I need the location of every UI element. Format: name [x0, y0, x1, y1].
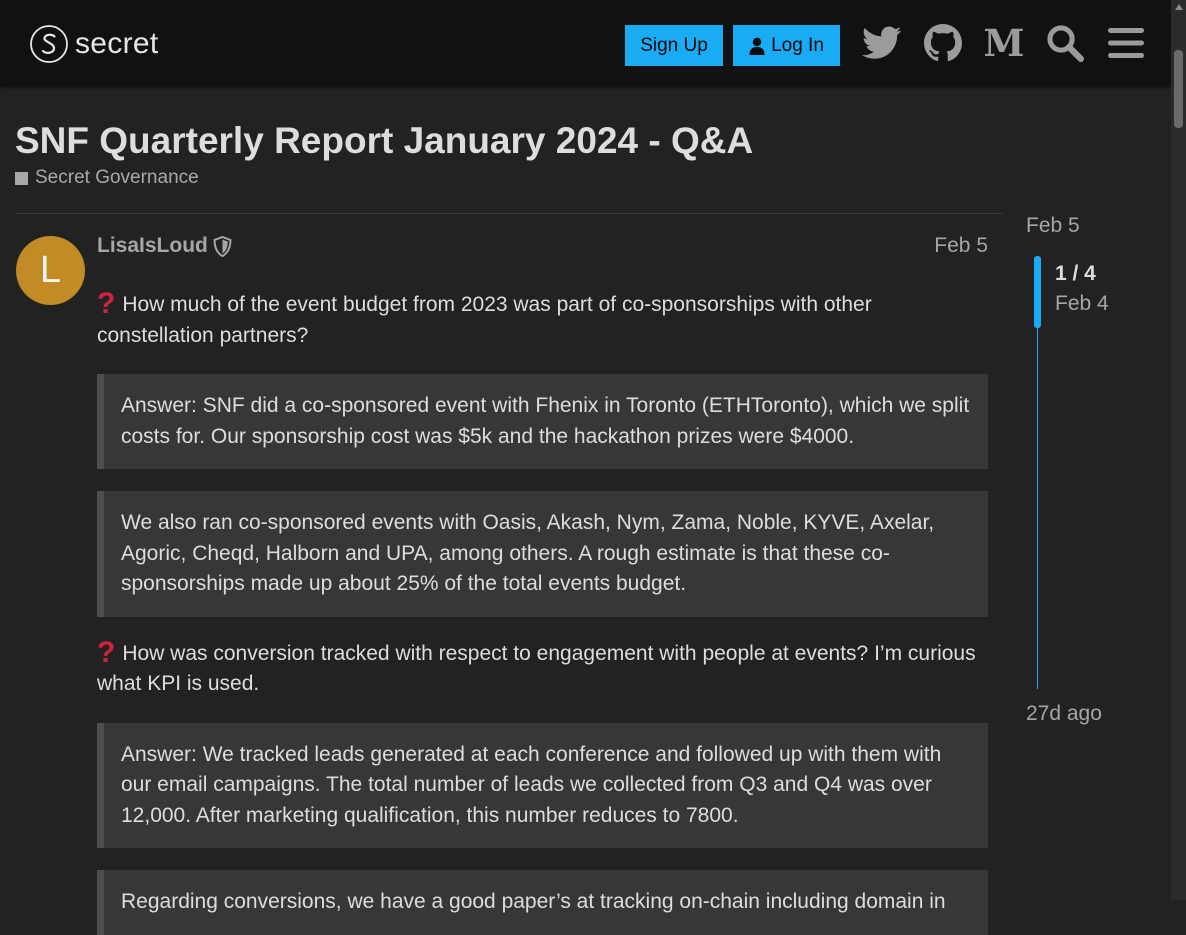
question-text: How much of the event budget from 2023 w…	[97, 293, 872, 347]
avatar-letter: L	[39, 249, 62, 291]
blockquote: Answer: SNF did a co-sponsored event wit…	[97, 374, 988, 469]
question-mark-icon: ?	[97, 287, 116, 320]
scrollbar-thumb[interactable]	[1174, 50, 1183, 128]
site-header: secret Sign Up Log In M	[0, 0, 1171, 86]
category-badge[interactable]: Secret Governance	[15, 167, 199, 189]
question-paragraph: ? How much of the event budget from 2023 …	[97, 287, 988, 351]
quote-text: Regarding conversions, we have a good pa…	[121, 890, 946, 913]
medium-letter: M	[983, 21, 1025, 65]
avatar[interactable]: L	[16, 236, 85, 305]
timeline-post-count: 1 / 4	[1055, 262, 1096, 285]
title-divider	[15, 213, 1003, 214]
log-in-label: Log In	[771, 34, 824, 56]
page-scrollbar[interactable]	[1171, 0, 1186, 900]
quote-text: Answer: We tracked leads generated at ea…	[121, 742, 942, 827]
search-icon[interactable]	[1044, 22, 1086, 64]
quote-text: Answer: SNF did a co-sponsored event wit…	[121, 394, 970, 448]
blockquote: We also ran co-sponsored events with Oas…	[97, 491, 988, 617]
github-icon[interactable]	[922, 22, 964, 64]
sign-up-button[interactable]: Sign Up	[625, 25, 723, 66]
quote-text: We also ran co-sponsored events with Oas…	[121, 511, 935, 595]
twitter-icon[interactable]	[861, 22, 903, 64]
timeline-current-date: Feb 4	[1055, 292, 1109, 315]
username: LisaIsLoud	[97, 234, 208, 257]
topic-title[interactable]: SNF Quarterly Report January 2024 - Q&A	[15, 120, 753, 162]
sign-up-label: Sign Up	[640, 34, 708, 56]
logo-text: secret	[75, 27, 159, 60]
secret-logo-icon	[30, 25, 68, 63]
site-logo[interactable]: secret	[29, 24, 159, 64]
question-paragraph: ? How was conversion tracked with respect…	[97, 635, 988, 700]
category-color-icon	[15, 171, 28, 185]
category-name: Secret Governance	[35, 167, 199, 188]
shield-icon	[213, 235, 232, 257]
blockquote: Answer: We tracked leads generated at ea…	[97, 722, 988, 848]
blockquote: Regarding conversions, we have a good pa…	[97, 870, 988, 935]
post-author[interactable]: LisaIsLoud	[97, 234, 232, 258]
post-date[interactable]: Feb 5	[900, 234, 988, 258]
user-icon	[749, 37, 765, 55]
medium-icon[interactable]: M	[983, 22, 1025, 64]
scroll-up-arrow-icon[interactable]	[1175, 4, 1183, 10]
timeline-end-date[interactable]: 27d ago	[1026, 702, 1102, 726]
question-mark-icon: ?	[97, 635, 116, 669]
timeline-start-date[interactable]: Feb 5	[1026, 214, 1080, 238]
hamburger-menu-icon[interactable]	[1105, 22, 1147, 64]
log-in-button[interactable]: Log In	[733, 25, 840, 66]
question-text: How was conversion tracked with respect …	[97, 641, 976, 696]
timeline-scroller-handle[interactable]	[1034, 256, 1041, 328]
post-body: ? How much of the event budget from 2023 …	[97, 287, 988, 935]
